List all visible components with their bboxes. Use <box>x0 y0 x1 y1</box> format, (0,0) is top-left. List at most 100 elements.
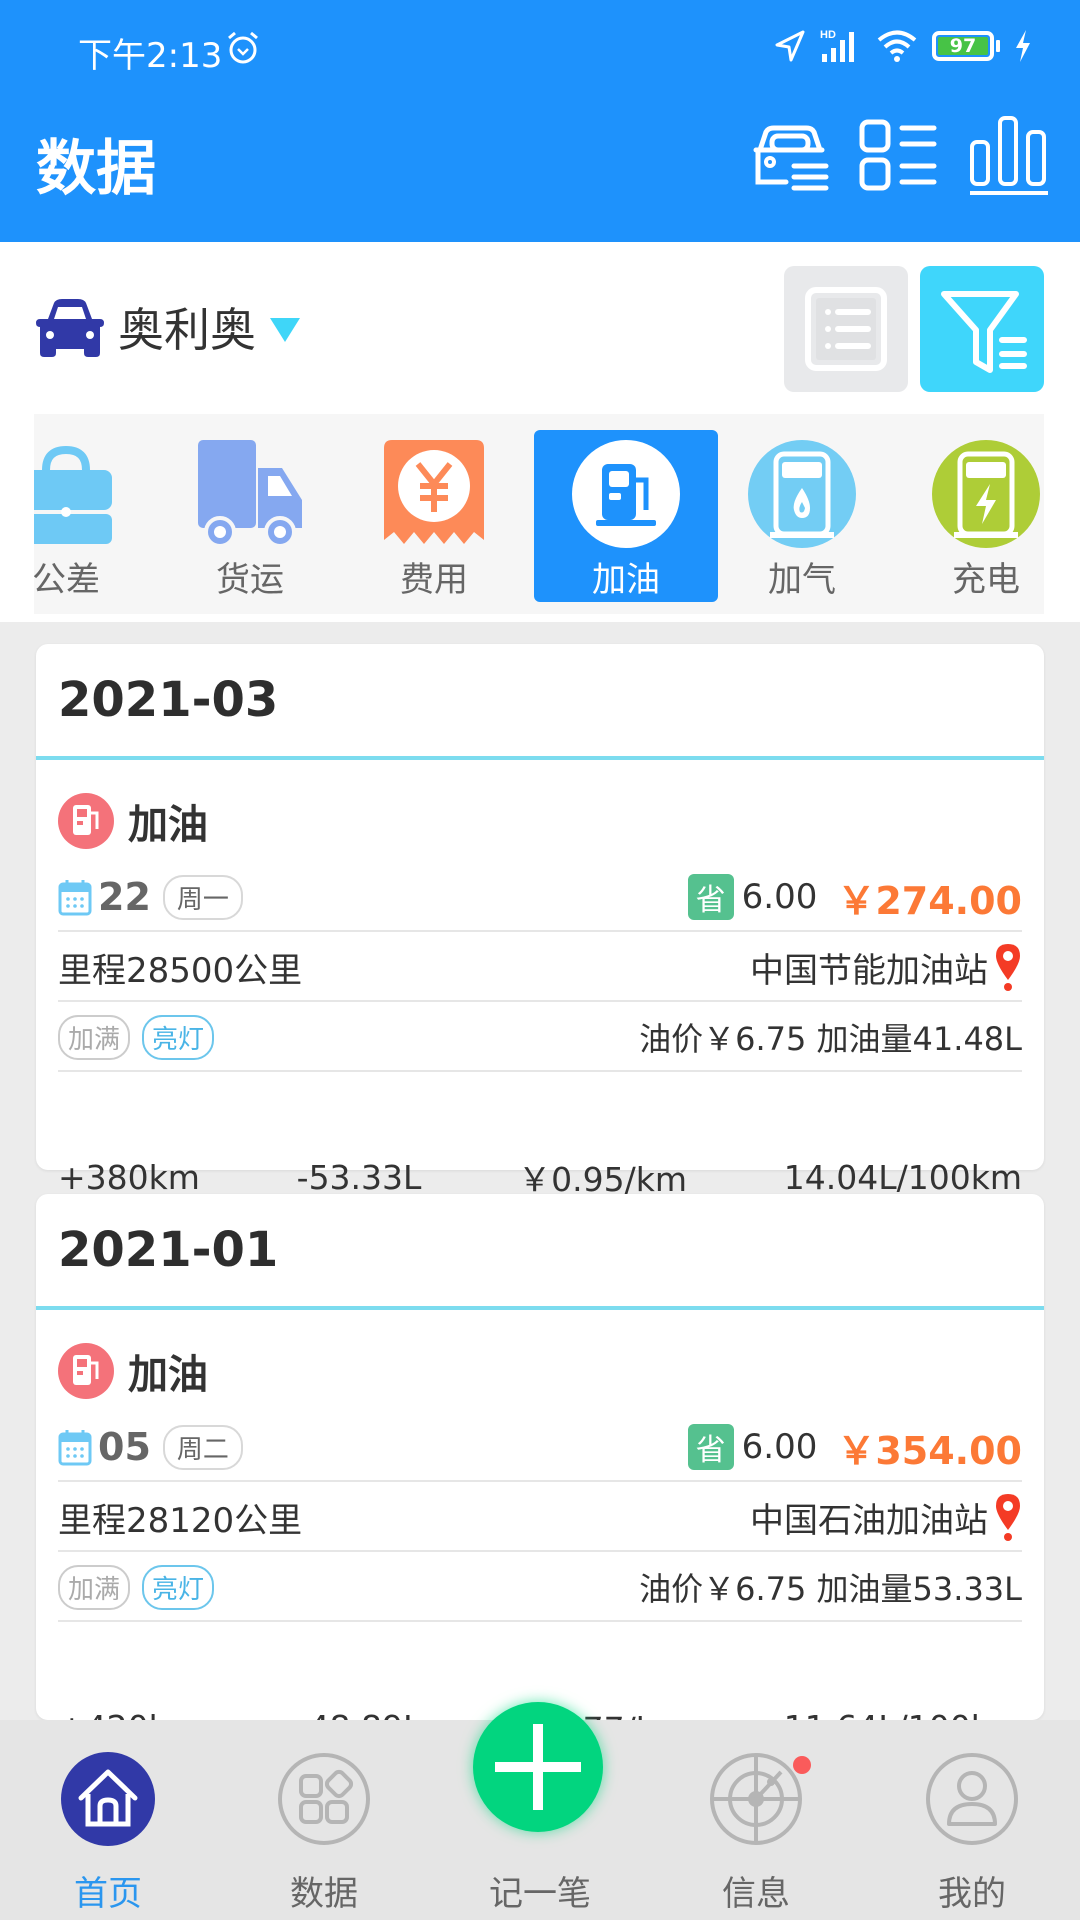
record-day: 05 <box>98 1425 151 1469</box>
tag-full-tank: 加满 <box>58 1564 131 1610</box>
save-amount: 6.00 <box>741 877 818 917</box>
notification-dot <box>793 1756 811 1774</box>
nav-label: 我的 <box>938 1874 1006 1914</box>
vehicle-name: 奥利奥 <box>118 303 256 357</box>
charging-icon <box>1016 30 1030 62</box>
price-info: 油价￥6.75 加油量41.48L <box>639 1020 1022 1058</box>
weekday-badge: 周二 <box>162 1424 243 1470</box>
bottom-nav: 首页 数据 记一笔 信息 我的 <box>0 1702 1080 1920</box>
stat-consumption: 14.04L/100km <box>783 1157 1022 1197</box>
add-button[interactable] <box>473 1702 603 1832</box>
radar-icon <box>710 1753 802 1845</box>
stat-distance: +380km <box>58 1157 200 1197</box>
list-view-button[interactable] <box>784 266 908 392</box>
category-label: 充电 <box>952 560 1020 600</box>
nav-label: 首页 <box>74 1874 142 1914</box>
record-type: 加油 <box>128 1352 208 1398</box>
nav-label: 数据 <box>290 1874 358 1914</box>
alarm-icon <box>228 31 258 64</box>
record-card[interactable]: 2021-01 加油 05 周二 省 6.00 ￥354.00 里程28120公… <box>36 1194 1044 1749</box>
record-card[interactable]: 2021-03 加油 22 周一 省 6.00 ￥274.00 里程28500公… <box>36 644 1044 1199</box>
app-header: 下午2:13 HD 97 数据 <box>0 0 1080 242</box>
charging-station-icon <box>932 440 1040 548</box>
wifi-icon <box>877 30 917 62</box>
category-label: 加气 <box>768 560 836 600</box>
nav-home[interactable]: 首页 <box>0 1720 216 1920</box>
fuel-pump-icon <box>572 440 680 548</box>
page-title: 数据 <box>36 134 156 204</box>
category-label: 货运 <box>216 560 284 600</box>
mileage: 里程28500公里 <box>58 950 303 991</box>
gas-station-icon <box>748 440 856 548</box>
status-time: 下午2:13 <box>78 36 223 76</box>
category-expense[interactable]: 费用 <box>342 414 526 614</box>
stat-fuel-used: -53.33L <box>296 1157 422 1197</box>
list-view-icon <box>805 287 887 371</box>
tag-full-tank: 加满 <box>58 1014 131 1060</box>
location-pin-icon <box>996 1494 1020 1541</box>
category-label: 公差 <box>34 560 100 600</box>
price-info: 油价￥6.75 加油量53.33L <box>639 1570 1022 1608</box>
location-icon <box>775 30 805 62</box>
fuel-pump-icon <box>58 1343 114 1399</box>
tag-warning-light: 亮灯 <box>142 1014 215 1060</box>
status-bar: 下午2:13 HD 97 <box>0 0 1080 100</box>
vehicle-selector-panel: 奥利奥 公差 货运 费用 加油 加气 充电 <box>0 242 1080 622</box>
grid-list-icon[interactable] <box>858 114 940 196</box>
category-charging[interactable]: 充电 <box>894 414 1044 614</box>
home-icon <box>61 1752 155 1846</box>
vehicle-dropdown[interactable]: 奥利奥 <box>34 294 300 360</box>
fuel-pump-icon <box>58 793 114 849</box>
caret-down-icon <box>270 318 300 342</box>
truck-icon <box>198 440 302 548</box>
nav-messages[interactable]: 信息 <box>648 1720 864 1920</box>
record-month: 2021-01 <box>58 1222 279 1278</box>
battery-icon: 97 <box>932 31 1000 61</box>
category-label: 加油 <box>592 560 660 600</box>
nav-profile[interactable]: 我的 <box>864 1720 1080 1920</box>
signal-hd-icon: HD <box>820 29 854 62</box>
bar-chart-icon[interactable] <box>968 114 1050 196</box>
weekday-badge: 周一 <box>162 874 243 920</box>
svg-text:HD: HD <box>820 29 836 41</box>
battery-level: 97 <box>938 37 988 56</box>
calendar-icon <box>58 880 92 916</box>
month-divider <box>36 1306 1044 1310</box>
car-list-icon[interactable] <box>748 114 830 196</box>
nav-label: 信息 <box>722 1874 790 1914</box>
user-icon <box>926 1753 1018 1845</box>
mileage: 里程28120公里 <box>58 1500 303 1541</box>
record-day: 22 <box>98 875 151 919</box>
yuan-receipt-icon <box>384 440 484 544</box>
car-icon <box>36 299 104 357</box>
filter-icon <box>941 291 1027 373</box>
nav-label: 记一笔 <box>489 1874 591 1914</box>
total-amount: ￥354.00 <box>837 1428 1022 1473</box>
nav-add-record[interactable]: 记一笔 <box>432 1702 648 1920</box>
station-name: 中国节能加油站 <box>750 950 988 991</box>
calendar-icon <box>58 1430 92 1466</box>
category-business-trip[interactable]: 公差 <box>34 414 158 614</box>
nav-data[interactable]: 数据 <box>216 1720 432 1920</box>
station-name: 中国石油加油站 <box>750 1500 988 1541</box>
category-label: 费用 <box>400 560 468 600</box>
plus-icon <box>495 1724 581 1810</box>
category-gas[interactable]: 加气 <box>710 414 894 614</box>
save-amount: 6.00 <box>741 1427 818 1467</box>
category-freight[interactable]: 货运 <box>158 414 342 614</box>
filter-button[interactable] <box>920 266 1044 392</box>
save-badge: 省 <box>687 1424 734 1470</box>
record-month: 2021-03 <box>58 672 279 728</box>
apps-icon <box>278 1753 370 1845</box>
tag-warning-light: 亮灯 <box>142 1564 215 1610</box>
category-refuel[interactable]: 加油 <box>534 430 718 602</box>
station-link[interactable]: 中国石油加油站 <box>750 1492 1022 1542</box>
station-link[interactable]: 中国节能加油站 <box>750 942 1022 992</box>
save-badge: 省 <box>687 874 734 920</box>
total-amount: ￥274.00 <box>837 878 1022 923</box>
briefcase-icon <box>34 445 112 544</box>
location-pin-icon <box>996 944 1020 991</box>
record-type: 加油 <box>128 802 208 848</box>
category-strip[interactable]: 公差 货运 费用 加油 加气 充电 <box>34 414 1044 614</box>
month-divider <box>36 756 1044 760</box>
